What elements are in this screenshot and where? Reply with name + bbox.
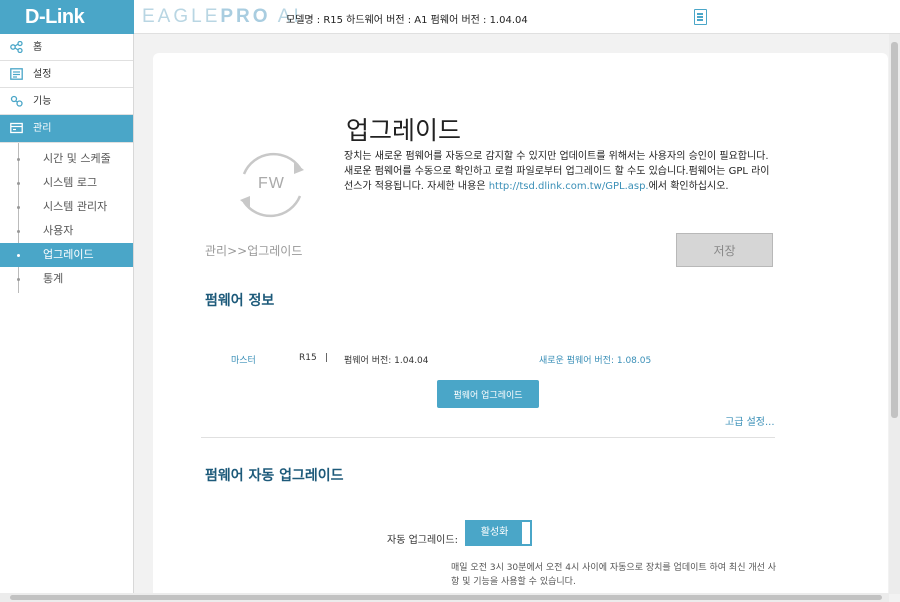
network-icon xyxy=(10,41,23,53)
sidebar-subitem-user[interactable]: 사용자 xyxy=(0,219,133,243)
sidebar-subitem-upgrade[interactable]: 업그레이드 xyxy=(0,243,133,267)
sidebar-subitem-time-schedule[interactable]: 시간 및 스케줄 xyxy=(0,147,133,171)
auto-upgrade-schedule-text: 매일 오전 3시 30분에서 오전 4시 사이에 자동으로 장치를 업데이트 하… xyxy=(451,563,777,587)
auto-upgrade-label: 자동 업그레이드: xyxy=(387,535,458,546)
settings-icon xyxy=(10,68,23,80)
vertical-scrollbar-thumb[interactable] xyxy=(891,42,898,418)
management-icon xyxy=(10,122,23,134)
new-firmware-version: 새로운 펌웨어 버전: 1.08.05 xyxy=(539,356,652,366)
current-firmware-version: 펌웨어 버전: 1.04.04 xyxy=(344,356,429,366)
sidebar-item-settings[interactable]: 설정 xyxy=(0,61,133,88)
product-name-bold: PRO xyxy=(220,6,271,27)
firmware-icon-text: FW xyxy=(258,175,285,192)
toggle-state-label: 활성화 xyxy=(480,527,509,538)
sidebar-subitem-statistics[interactable]: 통계 xyxy=(0,267,133,291)
model-info: 모델명 : R15 하드웨어 버전 : A1 펌웨어 버전 : 1.04.04 xyxy=(286,15,528,26)
vertical-scrollbar[interactable] xyxy=(889,34,900,594)
separator: | xyxy=(325,353,329,363)
firmware-upgrade-button[interactable]: 펌웨어 업그레이드 xyxy=(437,380,539,408)
toggle-knob xyxy=(522,522,530,544)
page-title: 업그레이드 xyxy=(346,116,462,145)
sidebar-item-management[interactable]: 관리 xyxy=(0,115,133,143)
page-description: 장치는 새로운 펌웨어를 자동으로 감지할 수 있지만 업데이트를 위해서는 사… xyxy=(344,149,774,194)
device-model: R15 xyxy=(299,353,317,363)
gpl-link[interactable]: http://tsd.dlink.com.tw/GPL.asp. xyxy=(489,181,649,192)
advanced-settings-link[interactable]: 고급 설정... xyxy=(725,413,775,428)
device-role: 마스터 xyxy=(231,356,256,366)
sidebar-subitem-system-log[interactable]: 시스템 로그 xyxy=(0,171,133,195)
product-name-light: EAGLE xyxy=(142,6,221,27)
section-divider xyxy=(201,437,775,438)
features-icon xyxy=(10,95,23,107)
horizontal-scrollbar-thumb[interactable] xyxy=(10,595,882,600)
breadcrumb: 관리>>업그레이드 xyxy=(205,244,303,258)
sidebar-item-home[interactable]: 홈 xyxy=(0,34,133,61)
description-end: 에서 확인하십시오. xyxy=(648,181,729,192)
sidebar-item-label: 관리 xyxy=(33,123,52,134)
horizontal-scrollbar[interactable] xyxy=(0,593,889,602)
sidebar-item-label: 홈 xyxy=(33,42,43,53)
sidebar-item-label: 기능 xyxy=(33,96,52,107)
document-icon[interactable] xyxy=(694,9,707,25)
save-button[interactable]: 저장 xyxy=(676,233,773,267)
sidebar-subitem-system-admin[interactable]: 시스템 관리자 xyxy=(0,195,133,219)
product-logo: EAGLEPRO AI xyxy=(142,6,302,28)
auto-upgrade-title: 펌웨어 자동 업그레이드 xyxy=(205,468,344,484)
dlink-logo[interactable]: D-Link xyxy=(0,0,134,34)
sidebar: 홈 설정 기능 관리 시간 및 스케줄 시스템 로그 시스템 관리자 사용자 업… xyxy=(0,34,134,594)
management-submenu: 시간 및 스케줄 시스템 로그 시스템 관리자 사용자 업그레이드 통계 xyxy=(0,143,133,293)
top-header: D-Link EAGLEPRO AI 모델명 : R15 하드웨어 버전 : A… xyxy=(0,0,900,34)
sidebar-item-features[interactable]: 기능 xyxy=(0,88,133,115)
auto-upgrade-toggle[interactable]: 활성화 xyxy=(465,520,532,546)
firmware-info-title: 펌웨어 정보 xyxy=(205,293,275,309)
main-content-card: FW 업그레이드 장치는 새로운 펌웨어를 자동으로 감지할 수 있지만 업데이… xyxy=(153,53,888,598)
sidebar-item-label: 설정 xyxy=(33,69,52,80)
